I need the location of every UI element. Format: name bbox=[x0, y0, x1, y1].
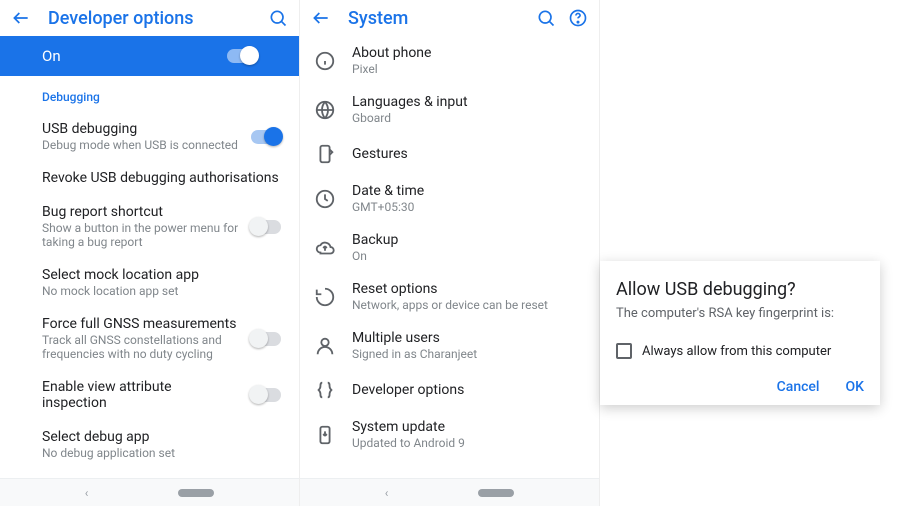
search-icon[interactable] bbox=[267, 7, 289, 29]
usb-debugging-dialog: Allow USB debugging? The computer's RSA … bbox=[600, 261, 880, 405]
back-icon[interactable] bbox=[310, 7, 332, 29]
master-toggle-label: On bbox=[42, 47, 61, 65]
row-title: Multiple users bbox=[352, 330, 581, 346]
row-subtitle: Track all GNSS constellations and freque… bbox=[42, 333, 239, 361]
row-subtitle: Show a button in the power menu for taki… bbox=[42, 221, 239, 249]
multiple-users-row[interactable]: Multiple users Signed in as Charanjeet bbox=[300, 321, 599, 370]
bug-report-toggle[interactable] bbox=[251, 220, 281, 234]
reset-options-row[interactable]: Reset options Network, apps or device ca… bbox=[300, 272, 599, 321]
usb-debugging-toggle[interactable] bbox=[251, 130, 281, 144]
master-toggle-row[interactable]: On bbox=[0, 36, 299, 76]
clock-icon bbox=[314, 188, 336, 210]
row-subtitle: GMT+05:30 bbox=[352, 200, 581, 214]
attribute-inspection-row[interactable]: Enable view attribute inspection bbox=[0, 370, 299, 420]
row-title: Select debug app bbox=[42, 429, 281, 445]
braces-icon bbox=[314, 379, 336, 401]
bug-report-shortcut-row[interactable]: Bug report shortcut Show a button in the… bbox=[0, 195, 299, 258]
gnss-row[interactable]: Force full GNSS measurements Track all G… bbox=[0, 307, 299, 370]
appbar: System bbox=[300, 0, 599, 36]
row-subtitle: No mock location app set bbox=[42, 284, 281, 298]
row-title: Enable view attribute inspection bbox=[42, 379, 239, 411]
page-title: Developer options bbox=[42, 8, 257, 29]
page-title: System bbox=[342, 8, 525, 29]
nav-back-icon[interactable]: ‹ bbox=[85, 486, 89, 500]
row-title: Select mock location app bbox=[42, 267, 281, 283]
row-title: Revoke USB debugging authorisations bbox=[42, 170, 281, 186]
row-subtitle: Network, apps or device can be reset bbox=[352, 298, 581, 312]
row-title: About phone bbox=[352, 45, 581, 61]
mock-location-row[interactable]: Select mock location app No mock locatio… bbox=[0, 258, 299, 307]
ok-button[interactable]: OK bbox=[846, 379, 865, 395]
gesture-icon bbox=[314, 143, 336, 165]
system-screen: System About phone Pixel Languages & inp… bbox=[300, 0, 600, 506]
master-toggle[interactable] bbox=[227, 49, 257, 63]
globe-icon bbox=[314, 99, 336, 121]
dialog-title: Allow USB debugging? bbox=[616, 279, 864, 300]
usb-dialog-screen: Allow USB debugging? The computer's RSA … bbox=[600, 0, 900, 506]
update-icon bbox=[314, 424, 336, 446]
row-title: Date & time bbox=[352, 183, 581, 199]
nav-back-icon[interactable]: ‹ bbox=[385, 486, 389, 500]
help-icon[interactable] bbox=[567, 7, 589, 29]
row-title: Backup bbox=[352, 232, 581, 248]
developer-options-row[interactable]: Developer options bbox=[300, 370, 599, 410]
row-title: Languages & input bbox=[352, 94, 581, 110]
settings-list: Debugging USB debugging Debug mode when … bbox=[0, 76, 299, 506]
appbar: Developer options bbox=[0, 0, 299, 36]
backup-row[interactable]: Backup On bbox=[300, 223, 599, 272]
row-title: Force full GNSS measurements bbox=[42, 316, 239, 332]
gestures-row[interactable]: Gestures bbox=[300, 134, 599, 174]
row-subtitle: Gboard bbox=[352, 111, 581, 125]
dialog-actions: Cancel OK bbox=[616, 379, 864, 395]
nav-home-pill[interactable] bbox=[178, 489, 214, 497]
android-navbar: ‹ bbox=[300, 478, 599, 506]
always-allow-checkbox[interactable]: Always allow from this computer bbox=[616, 343, 864, 359]
developer-options-screen: Developer options On Debugging USB debug… bbox=[0, 0, 300, 506]
system-update-row[interactable]: System update Updated to Android 9 bbox=[300, 410, 599, 459]
usb-debugging-row[interactable]: USB debugging Debug mode when USB is con… bbox=[0, 112, 299, 161]
date-time-row[interactable]: Date & time GMT+05:30 bbox=[300, 174, 599, 223]
row-subtitle: No debug application set bbox=[42, 446, 281, 460]
row-title: Developer options bbox=[352, 382, 581, 398]
row-title: Bug report shortcut bbox=[42, 204, 239, 220]
gnss-toggle[interactable] bbox=[251, 332, 281, 346]
nav-home-pill[interactable] bbox=[478, 489, 514, 497]
cancel-button[interactable]: Cancel bbox=[777, 379, 820, 395]
dialog-body: The computer's RSA key fingerprint is: bbox=[616, 306, 864, 321]
row-title: Gestures bbox=[352, 146, 581, 162]
revoke-usb-row[interactable]: Revoke USB debugging authorisations bbox=[0, 161, 299, 195]
back-icon[interactable] bbox=[10, 7, 32, 29]
row-title: Reset options bbox=[352, 281, 581, 297]
settings-list: About phone Pixel Languages & input Gboa… bbox=[300, 36, 599, 506]
attr-inspection-toggle[interactable] bbox=[251, 388, 281, 402]
row-subtitle: Signed in as Charanjeet bbox=[352, 347, 581, 361]
checkbox-icon bbox=[616, 343, 632, 359]
android-navbar: ‹ bbox=[0, 478, 299, 506]
info-icon bbox=[314, 50, 336, 72]
checkbox-label: Always allow from this computer bbox=[642, 344, 831, 359]
reset-icon bbox=[314, 286, 336, 308]
row-subtitle: Updated to Android 9 bbox=[352, 436, 581, 450]
languages-row[interactable]: Languages & input Gboard bbox=[300, 85, 599, 134]
section-header: Debugging bbox=[0, 76, 299, 112]
row-title: System update bbox=[352, 419, 581, 435]
row-subtitle: Debug mode when USB is connected bbox=[42, 138, 239, 152]
cloud-icon bbox=[314, 237, 336, 259]
user-icon bbox=[314, 335, 336, 357]
row-title: USB debugging bbox=[42, 121, 239, 137]
about-phone-row[interactable]: About phone Pixel bbox=[300, 36, 599, 85]
row-subtitle: Pixel bbox=[352, 62, 581, 76]
search-icon[interactable] bbox=[535, 7, 557, 29]
select-debug-app-row[interactable]: Select debug app No debug application se… bbox=[0, 420, 299, 469]
row-subtitle: On bbox=[352, 249, 581, 263]
